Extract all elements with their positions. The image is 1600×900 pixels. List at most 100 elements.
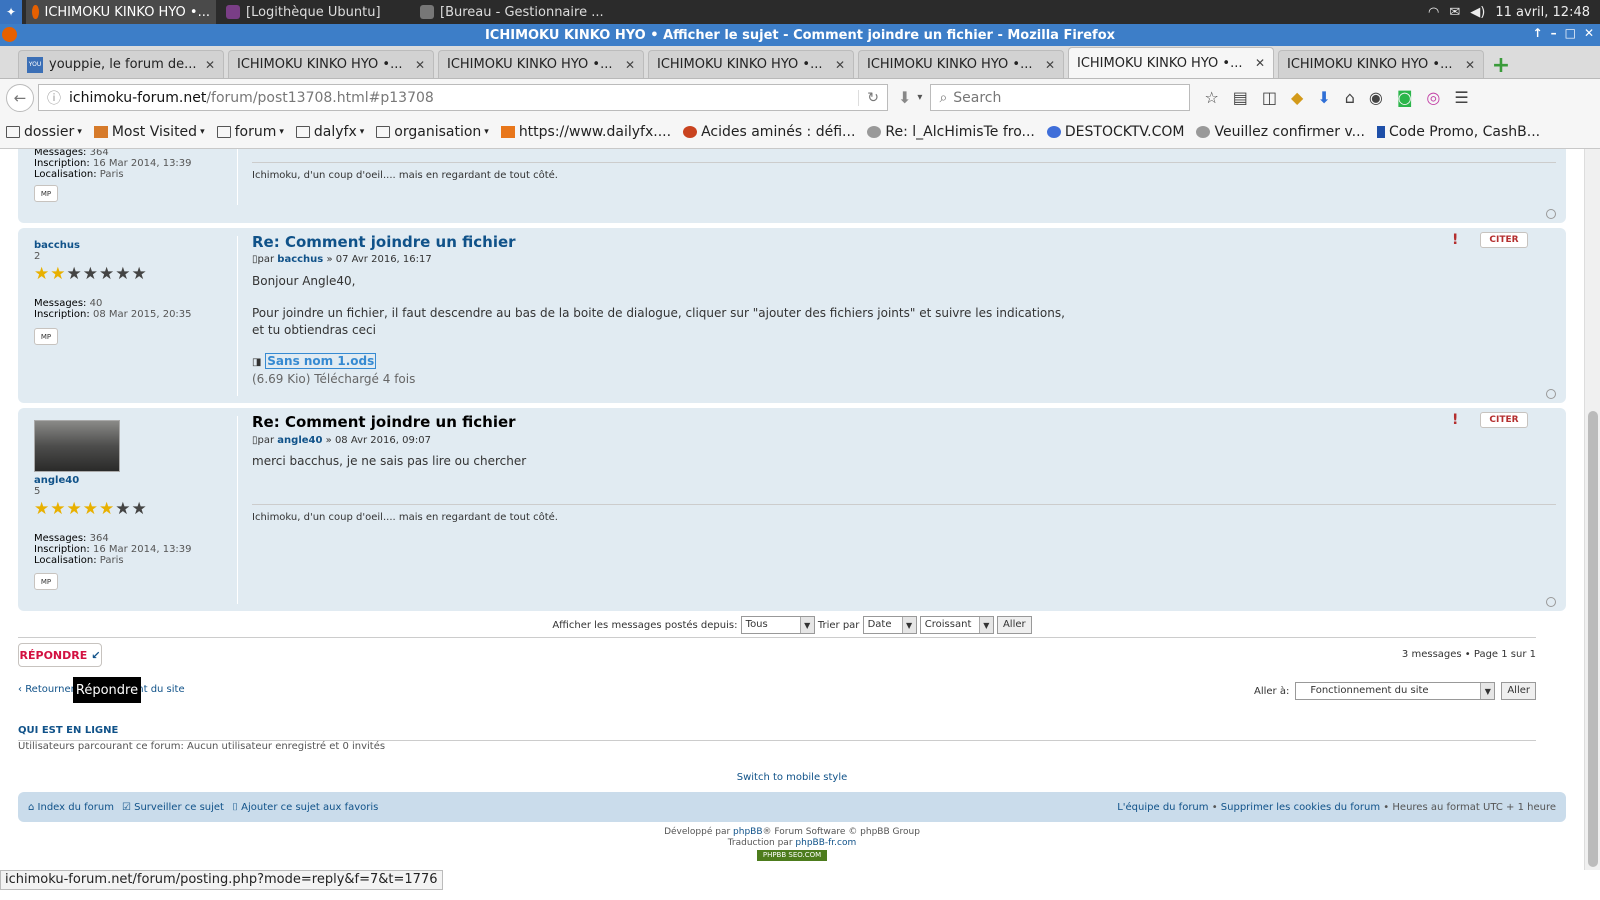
footer-index-link[interactable]: ⌂ Index du forum bbox=[28, 802, 114, 813]
footer-cookies-link[interactable]: Supprimer les cookies du forum bbox=[1221, 802, 1380, 813]
download-arrow-icon[interactable]: ⬇ bbox=[898, 88, 911, 107]
tab-youppie[interactable]: YOU youppie, le forum de... ✕ bbox=[18, 50, 224, 78]
sort-by-select[interactable]: Date ▼ bbox=[862, 616, 917, 634]
wifi-icon[interactable]: ◠ bbox=[1428, 5, 1439, 20]
reload-icon[interactable]: ↻ bbox=[858, 89, 887, 106]
close-tab-icon[interactable]: ✕ bbox=[1465, 58, 1475, 72]
taskbar-task-firefox[interactable]: ICHIMOKU KINKO HYO •... bbox=[26, 0, 216, 24]
bookmark-most-visited[interactable]: Most Visited ▾ bbox=[93, 124, 205, 140]
mobile-style-link: Switch to mobile style bbox=[0, 772, 1584, 783]
sort-order-select[interactable]: Croissant ▼ bbox=[919, 616, 994, 634]
back-to-top-icon[interactable] bbox=[1546, 389, 1556, 399]
downloads-icon[interactable]: ⬇ bbox=[1317, 88, 1330, 107]
volume-icon[interactable]: ◀) bbox=[1470, 5, 1485, 20]
bookmark-forum[interactable]: forum ▾ bbox=[216, 124, 284, 140]
pm-button[interactable]: MP bbox=[34, 328, 58, 345]
page-scrollbar[interactable] bbox=[1584, 149, 1600, 870]
phpbb-link[interactable]: phpBB bbox=[733, 827, 762, 837]
meta-author[interactable]: bacchus bbox=[277, 254, 323, 265]
addon-icon[interactable]: ◆ bbox=[1291, 88, 1303, 107]
tab-ichimoku-active[interactable]: ICHIMOKU KINKO HYO •... ✕ bbox=[1068, 47, 1274, 78]
meta-author[interactable]: angle40 bbox=[277, 435, 322, 446]
bookmark-dossier[interactable]: dossier ▾ bbox=[6, 124, 82, 140]
window-up-icon[interactable]: ↑ bbox=[1533, 26, 1543, 40]
tab-ichimoku[interactable]: ICHIMOKU KINKO HYO •... ✕ bbox=[858, 50, 1064, 78]
sort-go-button[interactable]: Aller bbox=[996, 616, 1032, 634]
post-3: angle40 5 ★★★★★★★ Messages: 364 Inscript… bbox=[18, 408, 1566, 611]
scrollbar-thumb[interactable] bbox=[1588, 411, 1598, 867]
profile-divider bbox=[237, 416, 238, 604]
close-tab-icon[interactable]: ✕ bbox=[835, 58, 845, 72]
footer-watch-link[interactable]: ☑ Surveiller ce sujet bbox=[122, 802, 224, 813]
close-tab-icon[interactable]: ✕ bbox=[625, 58, 635, 72]
pm-button[interactable]: MP bbox=[34, 185, 58, 202]
start-menu-icon[interactable]: ✦ bbox=[0, 0, 22, 24]
rank-stars: ★★★★★★★ bbox=[34, 264, 148, 284]
reading-list-icon[interactable]: ▤ bbox=[1233, 88, 1248, 107]
bookmark-alchimiste[interactable]: Re: l_AlcHimisTe fro... bbox=[867, 124, 1035, 140]
sync-icon[interactable]: ◎ bbox=[1426, 88, 1440, 107]
footer-team-link[interactable]: L'équipe du forum bbox=[1117, 802, 1208, 813]
display-since-select[interactable]: Tous ▼ bbox=[740, 616, 815, 634]
jump-go-button[interactable]: Aller bbox=[1501, 682, 1536, 700]
back-to-top-icon[interactable] bbox=[1546, 597, 1556, 607]
phpbb-seo-badge[interactable]: PHPBB SEO.COM bbox=[757, 850, 827, 861]
close-tab-icon[interactable]: ✕ bbox=[415, 58, 425, 72]
bookmark-confirmer[interactable]: Veuillez confirmer v... bbox=[1196, 124, 1365, 140]
close-tab-icon[interactable]: ✕ bbox=[205, 58, 215, 72]
bookmark-acides[interactable]: Acides aminés : défi... bbox=[683, 124, 855, 140]
bookmark-star-icon[interactable]: ☆ bbox=[1204, 88, 1218, 107]
report-icon[interactable]: ! bbox=[1452, 412, 1470, 428]
mail-icon[interactable]: ✉ bbox=[1449, 5, 1460, 20]
bookmark-destocktv[interactable]: DESTOCKTV.COM bbox=[1046, 124, 1184, 140]
back-button[interactable]: ← bbox=[6, 83, 34, 112]
credits-text: Développé par bbox=[664, 827, 731, 837]
mobile-style-text[interactable]: Switch to mobile style bbox=[737, 772, 848, 783]
tab-ichimoku[interactable]: ICHIMOKU KINKO HYO •... ✕ bbox=[438, 50, 644, 78]
whatsapp-icon[interactable]: ◙ bbox=[1397, 88, 1413, 107]
url-bar[interactable]: ⓘ ichimoku-forum.net /forum/post13708.ht… bbox=[38, 84, 888, 111]
messages-count: 364 bbox=[89, 533, 109, 544]
post-author[interactable]: angle40 bbox=[34, 475, 79, 486]
footer-bookmark-link[interactable]: ⌷ Ajouter ce sujet aux favoris bbox=[232, 802, 378, 813]
minimize-icon[interactable]: – bbox=[1551, 26, 1557, 40]
back-to-top-icon[interactable] bbox=[1546, 209, 1556, 219]
meta-date: » 07 Avr 2016, 16:17 bbox=[326, 254, 432, 265]
phpbb-fr-link[interactable]: phpBB-fr.com bbox=[795, 838, 856, 848]
close-tab-icon[interactable]: ✕ bbox=[1255, 56, 1265, 70]
bookmark-codepromo[interactable]: Code Promo, CashB... bbox=[1377, 124, 1540, 140]
close-icon[interactable]: ✕ bbox=[1584, 26, 1594, 40]
post-author[interactable]: bacchus bbox=[34, 240, 80, 251]
reply-button[interactable]: RÉPONDRE ↙ bbox=[18, 643, 102, 667]
quote-button[interactable]: CITER bbox=[1480, 412, 1528, 428]
chevron-down-icon[interactable]: ▾ bbox=[917, 92, 922, 103]
tab-ichimoku[interactable]: ICHIMOKU KINKO HYO •... ✕ bbox=[228, 50, 434, 78]
clock[interactable]: 11 avril, 12:48 bbox=[1495, 5, 1590, 20]
star-icon: ★ bbox=[34, 499, 51, 519]
info-icon[interactable]: ⓘ bbox=[47, 88, 61, 108]
report-icon[interactable]: ! bbox=[1452, 232, 1470, 248]
pm-button[interactable]: MP bbox=[34, 573, 58, 590]
search-icon: ⌕ bbox=[939, 89, 948, 106]
bookmark-dalyfx[interactable]: dalyfx ▾ bbox=[295, 124, 364, 140]
post-title[interactable]: Re: Comment joindre un fichier bbox=[252, 233, 516, 251]
maximize-icon[interactable]: □ bbox=[1565, 26, 1576, 40]
jump-select[interactable]: Fonctionnement du site ▼ bbox=[1295, 682, 1496, 700]
quote-button[interactable]: CITER bbox=[1480, 232, 1528, 248]
menu-icon[interactable]: ☰ bbox=[1454, 88, 1468, 107]
home-icon[interactable]: ⌂ bbox=[1345, 88, 1355, 107]
search-input[interactable]: ⌕ Search bbox=[930, 84, 1191, 111]
post-title[interactable]: Re: Comment joindre un fichier bbox=[252, 413, 516, 431]
taskbar-task-software[interactable]: [Logithèque Ubuntu] bbox=[220, 0, 410, 24]
close-tab-icon[interactable]: ✕ bbox=[1045, 58, 1055, 72]
taskbar-task-filemanager[interactable]: [Bureau - Gestionnaire ... bbox=[414, 0, 614, 24]
tab-ichimoku[interactable]: ICHIMOKU KINKO HYO •... ✕ bbox=[648, 50, 854, 78]
chat-icon[interactable]: ◉ bbox=[1369, 88, 1383, 107]
bookmark-dailyfx[interactable]: https://www.dailyfx.... bbox=[500, 124, 671, 140]
attachment-link[interactable]: Sans nom 1.ods bbox=[265, 353, 377, 369]
tab-ichimoku[interactable]: ICHIMOKU KINKO HYO •... ✕ bbox=[1278, 50, 1484, 78]
footer-separator: • bbox=[1383, 801, 1390, 813]
bookmark-organisation[interactable]: organisation ▾ bbox=[376, 124, 489, 140]
new-tab-button[interactable]: + bbox=[1488, 52, 1514, 78]
pocket-icon[interactable]: ◫ bbox=[1262, 88, 1277, 107]
